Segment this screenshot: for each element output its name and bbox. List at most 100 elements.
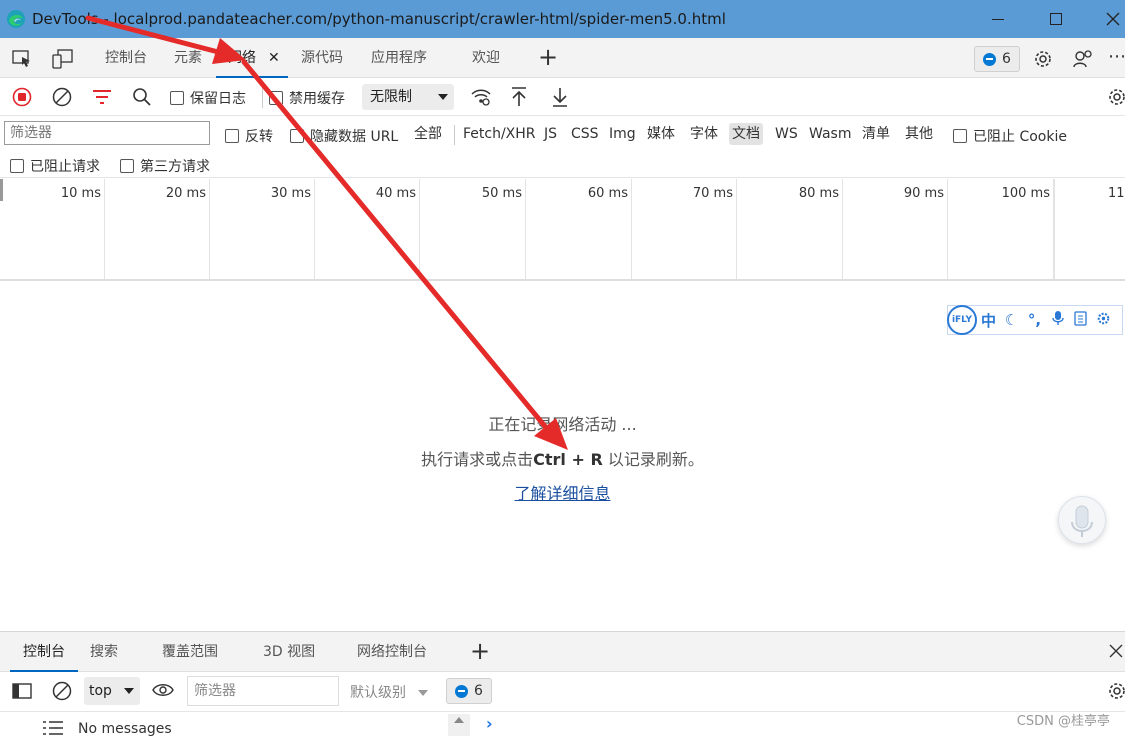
preserve-log-checkbox[interactable]: 保留日志 — [170, 88, 246, 108]
filter-input[interactable] — [4, 121, 210, 145]
drawer-tab-3d-view[interactable]: 3D 视图 — [263, 632, 315, 672]
timeline-tick: 11 — [1108, 186, 1125, 201]
clear-console-button[interactable] — [52, 681, 72, 705]
blocked-cookies-checkbox[interactable]: 已阻止 Cookie — [953, 126, 1067, 146]
filter-toggle-button[interactable] — [92, 89, 112, 109]
more-options-icon[interactable]: ⋯ — [1108, 48, 1125, 66]
tab-network[interactable]: 网络 ✕ — [216, 38, 288, 78]
context-select[interactable]: top — [84, 677, 140, 705]
voice-input-button[interactable] — [1058, 496, 1106, 544]
checkbox-box[interactable] — [170, 91, 184, 105]
microphone-icon[interactable] — [1046, 310, 1069, 330]
device-emulation-button[interactable] — [52, 49, 74, 73]
divider — [1054, 179, 1055, 279]
moon-icon[interactable]: ☾ — [1000, 311, 1023, 329]
drawer-tab-network-console[interactable]: 网络控制台 — [357, 632, 427, 672]
punctuation-icon[interactable]: °, — [1023, 311, 1046, 329]
message-bubble-icon — [455, 684, 468, 698]
tab-application[interactable]: 应用程序 — [362, 38, 436, 78]
hide-data-url-checkbox[interactable]: 隐藏数据 URL — [290, 126, 398, 146]
dropdown-arrow-icon — [418, 690, 429, 696]
drawer-tab-console[interactable]: 控制台 — [10, 632, 78, 672]
drawer-tab-search[interactable]: 搜索 — [90, 632, 118, 672]
scrollbar[interactable] — [448, 714, 470, 736]
dropdown-arrow-icon — [124, 688, 134, 694]
throttling-select[interactable]: 无限制 — [362, 84, 454, 110]
network-settings-button[interactable] — [1106, 86, 1125, 112]
drawer-tab-coverage[interactable]: 覆盖范围 — [162, 632, 218, 672]
search-icon — [133, 88, 151, 106]
filter-type-wasm[interactable]: Wasm — [806, 123, 854, 145]
timeline-overview[interactable]: 10 ms 20 ms 30 ms 40 ms 50 ms 60 ms 70 m… — [0, 179, 1125, 281]
checkbox-box[interactable] — [120, 159, 134, 173]
filter-type-other[interactable]: 其他 — [902, 123, 936, 145]
filter-type-css[interactable]: CSS — [568, 123, 602, 145]
settings-button[interactable] — [1032, 48, 1054, 74]
issues-badge[interactable]: 6 — [974, 46, 1020, 72]
inspect-element-button[interactable] — [12, 50, 32, 72]
minimize-button[interactable] — [978, 0, 1018, 38]
filter-type-media[interactable]: 媒体 — [644, 123, 678, 145]
network-filter-bar: 反转 隐藏数据 URL 全部 Fetch/XHR JS CSS Img 媒体 字… — [0, 116, 1125, 178]
search-button[interactable] — [132, 87, 152, 111]
checkbox-box[interactable] — [10, 159, 24, 173]
checkbox-box[interactable] — [225, 129, 239, 143]
console-sidebar-toggle[interactable] — [12, 682, 32, 704]
preserve-log-label: 保留日志 — [190, 91, 246, 107]
scroll-up-arrow-icon[interactable] — [454, 717, 464, 723]
feedback-button[interactable] — [1072, 48, 1094, 74]
filter-type-font[interactable]: 字体 — [687, 123, 721, 145]
timeline-tick: 70 ms — [632, 179, 737, 279]
checkbox-box[interactable] — [953, 129, 967, 143]
add-tab-icon[interactable]: + — [470, 639, 490, 663]
filter-type-manifest[interactable]: 清单 — [859, 123, 893, 145]
checkbox-box[interactable] — [269, 91, 283, 105]
import-har-button[interactable] — [510, 86, 528, 112]
maximize-button[interactable] — [1036, 0, 1076, 38]
gear-icon[interactable] — [1092, 311, 1115, 330]
filter-type-doc[interactable]: 文档 — [729, 123, 763, 145]
export-har-button[interactable] — [551, 86, 569, 112]
close-drawer-button[interactable] — [1108, 643, 1124, 663]
network-conditions-button[interactable] — [470, 87, 492, 111]
add-tab-icon[interactable]: + — [538, 45, 558, 69]
console-settings-button[interactable] — [1106, 680, 1125, 706]
console-prompt-icon[interactable]: › — [486, 714, 493, 733]
timeline-tick: 100 ms — [949, 179, 1054, 279]
live-expression-button[interactable] — [152, 682, 174, 702]
filter-type-img[interactable]: Img — [606, 123, 639, 145]
tab-elements[interactable]: 元素 — [164, 38, 212, 78]
filter-type-fetch-xhr[interactable]: Fetch/XHR — [460, 123, 539, 145]
log-levels-select[interactable]: 默认级别 — [350, 682, 429, 702]
ifly-language-toggle[interactable]: 中 — [977, 310, 1000, 331]
console-issues-badge[interactable]: 6 — [446, 678, 492, 704]
close-window-button[interactable] — [1093, 0, 1125, 38]
tab-sources[interactable]: 源代码 — [292, 38, 352, 78]
edge-logo-icon — [7, 10, 25, 28]
ifly-logo[interactable]: iFLY — [947, 305, 977, 335]
wifi-settings-icon — [471, 89, 491, 106]
disable-cache-checkbox[interactable]: 禁用缓存 — [269, 88, 345, 108]
timeline-tick: 50 ms — [421, 179, 526, 279]
checkbox-box[interactable] — [290, 129, 304, 143]
third-party-checkbox[interactable]: 第三方请求 — [120, 156, 210, 176]
keyboard-icon[interactable] — [1069, 310, 1092, 330]
filter-type-all[interactable]: 全部 — [411, 123, 445, 145]
timeline-tick: 20 ms — [105, 179, 210, 279]
filter-type-js[interactable]: JS — [541, 123, 560, 145]
tab-console[interactable]: 控制台 — [96, 38, 156, 78]
record-button[interactable] — [12, 87, 32, 111]
invert-checkbox[interactable]: 反转 — [225, 126, 273, 146]
blocked-requests-checkbox[interactable]: 已阻止请求 — [10, 156, 100, 176]
console-messages: No messages › — [0, 712, 1125, 736]
console-filter-input[interactable] — [187, 676, 339, 706]
timeline-tick: 40 ms — [315, 179, 420, 279]
close-tab-icon[interactable]: ✕ — [268, 38, 280, 78]
ifly-toolbar: iFLY 中 ☾ °, — [947, 305, 1123, 335]
learn-more-link[interactable]: 了解详细信息 — [514, 484, 610, 503]
clear-button[interactable] — [52, 87, 72, 111]
close-icon — [1109, 644, 1123, 658]
filter-type-ws[interactable]: WS — [772, 123, 801, 145]
tab-welcome[interactable]: 欢迎 — [460, 38, 512, 78]
tab-network-label: 网络 — [228, 50, 256, 66]
